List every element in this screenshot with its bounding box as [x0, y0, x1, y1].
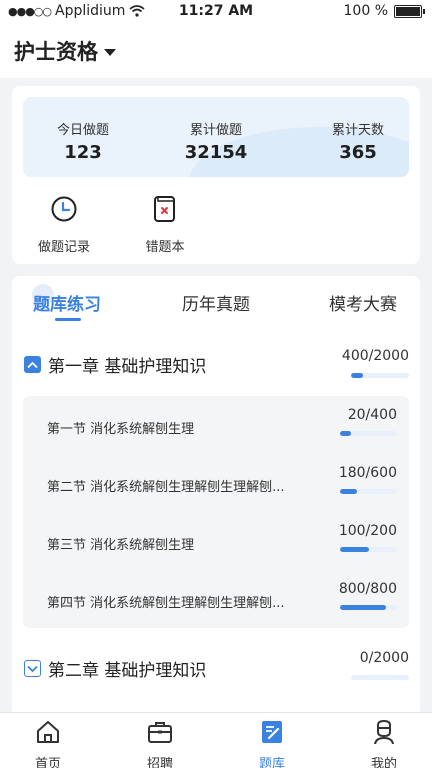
profile-icon — [374, 719, 394, 745]
stat-total: 累计做题 32154 — [156, 119, 276, 163]
stat-today: 今日做题 123 — [23, 119, 143, 163]
caret-down-icon — [104, 48, 116, 56]
tabbar-jobs[interactable]: 招聘 — [120, 719, 200, 768]
progress-fill — [340, 431, 352, 436]
chevron-down-icon[interactable] — [24, 660, 41, 677]
practice-record-button[interactable]: 做题记录 — [24, 194, 104, 255]
stat-label: 今日做题 — [56, 123, 109, 138]
chevron-up-icon[interactable] — [24, 356, 41, 373]
section-item[interactable]: 第一节 消化系统解刨生理 20/400 — [23, 396, 409, 454]
section-title: 第一节 消化系统解刨生理 — [47, 422, 195, 437]
wrong-book-icon — [154, 196, 175, 222]
tabbar-profile[interactable]: 我的 — [344, 719, 424, 768]
progress-fill — [340, 605, 386, 610]
briefcase-icon — [148, 722, 172, 743]
tabbar-label: 首页 — [34, 757, 61, 768]
tabbar-question-bank[interactable]: 题库 — [232, 719, 312, 768]
summary-card: 今日做题 123 累计做题 32154 累计天数 365 做题记录 错题本 — [12, 86, 420, 264]
wrong-book-button[interactable]: 错题本 — [125, 194, 205, 255]
section-progress-bar — [340, 489, 397, 494]
tab-mock-contest[interactable]: 模考大赛 — [329, 290, 397, 315]
home-icon — [37, 721, 59, 743]
section-progress-bar — [340, 431, 397, 436]
status-right: 100 % — [343, 3, 425, 19]
section-progress: 20/400 — [347, 407, 397, 423]
chapter-title: 第二章 基础护理知识 — [48, 661, 207, 681]
stat-value: 365 — [339, 142, 377, 163]
page-title: 护士资格 — [14, 40, 98, 64]
chapter-item[interactable]: 第一章 基础护理知识 400/2000 — [12, 348, 420, 402]
tabbar-label: 题库 — [258, 757, 285, 768]
question-bank-icon — [262, 721, 282, 743]
progress-fill — [340, 547, 369, 552]
section-progress-bar — [340, 605, 397, 610]
section-list: 第一节 消化系统解刨生理 20/400 第二节 消化系统解刨生理解刨生理解刨..… — [23, 396, 409, 628]
tool-label: 做题记录 — [37, 240, 90, 255]
question-bank-card: 题库练习 历年真题 模考大赛 第一章 基础护理知识 400/2000 第一节 消… — [12, 276, 420, 716]
bottom-tab-bar: 首页 招聘 题库 我的 — [0, 712, 432, 768]
exam-selector[interactable]: 护士资格 — [14, 36, 116, 66]
chapter-title: 第一章 基础护理知识 — [48, 357, 207, 377]
section-progress-bar — [340, 547, 397, 552]
progress-fill — [351, 373, 363, 378]
bank-tabs: 题库练习 历年真题 模考大赛 — [12, 276, 420, 326]
progress-fill — [340, 489, 358, 494]
stat-value: 123 — [64, 142, 102, 163]
clock-icon — [51, 196, 77, 222]
section-title: 第二节 消化系统解刨生理解刨生理解刨... — [47, 480, 285, 495]
stat-value: 32154 — [184, 142, 248, 163]
battery-icon — [394, 4, 425, 18]
section-item[interactable]: 第二节 消化系统解刨生理解刨生理解刨... 180/600 — [23, 454, 409, 512]
stat-label: 累计做题 — [189, 123, 242, 138]
section-progress: 180/600 — [338, 465, 397, 481]
stat-label: 累计天数 — [331, 123, 384, 138]
section-item[interactable]: 第四节 消化系统解刨生理解刨生理解刨... 800/800 — [23, 570, 409, 628]
stats-panel: 今日做题 123 累计做题 32154 累计天数 365 — [23, 97, 409, 177]
app-header: 护士资格 — [0, 24, 432, 78]
section-progress: 800/800 — [338, 581, 397, 597]
stat-days: 累计天数 365 — [298, 119, 409, 163]
chapter-progress: 0/2000 — [359, 650, 409, 666]
tabbar-label: 我的 — [370, 757, 397, 768]
chapter-progress-bar — [351, 675, 409, 680]
chapter-progress: 400/2000 — [341, 348, 409, 364]
battery-label: 100 % — [343, 3, 388, 19]
tab-past-exams[interactable]: 历年真题 — [182, 290, 250, 315]
tab-practice[interactable]: 题库练习 — [33, 290, 101, 315]
status-bar: ●●●○○ Applidium 11:27 AM 100 % — [0, 0, 432, 24]
section-progress: 100/200 — [338, 523, 397, 539]
section-title: 第三节 消化系统解刨生理 — [47, 538, 195, 553]
section-item[interactable]: 第三节 消化系统解刨生理 100/200 — [23, 512, 409, 570]
tabbar-home[interactable]: 首页 — [8, 719, 88, 768]
chapter-item[interactable]: 第二章 基础护理知识 0/2000 — [12, 650, 420, 706]
chapter-progress-bar — [351, 373, 409, 378]
section-title: 第四节 消化系统解刨生理解刨生理解刨... — [47, 596, 285, 611]
active-tab-indicator — [55, 318, 81, 321]
tool-label: 错题本 — [145, 240, 185, 255]
tabbar-label: 招聘 — [146, 757, 173, 768]
